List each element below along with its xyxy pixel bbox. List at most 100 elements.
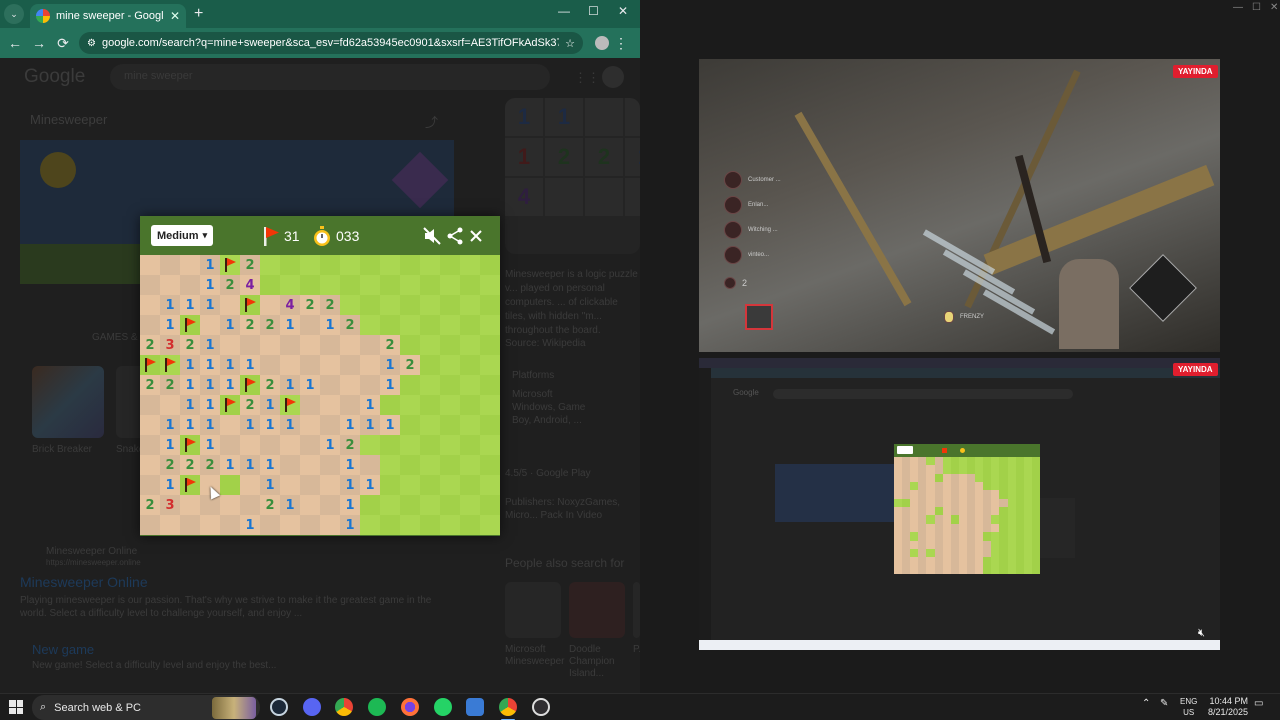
empty-tile[interactable] — [360, 375, 380, 395]
empty-tile[interactable] — [260, 515, 280, 535]
number-tile[interactable]: 1 — [160, 415, 180, 435]
flagged-tile[interactable] — [240, 375, 260, 395]
tab-search-dropdown[interactable]: ⌄ — [4, 4, 24, 24]
number-tile[interactable]: 1 — [380, 355, 400, 375]
empty-tile[interactable] — [280, 475, 300, 495]
covered-tile[interactable] — [460, 495, 480, 515]
kp-source[interactable]: Source: Wikipedia — [505, 338, 586, 349]
number-tile[interactable]: 1 — [200, 435, 220, 455]
empty-tile[interactable] — [360, 355, 380, 375]
covered-tile[interactable] — [420, 495, 440, 515]
number-tile[interactable]: 2 — [340, 435, 360, 455]
empty-tile[interactable] — [280, 435, 300, 455]
empty-tile[interactable] — [200, 315, 220, 335]
covered-tile[interactable] — [460, 475, 480, 495]
tab-close-icon[interactable]: ✕ — [170, 9, 180, 23]
empty-tile[interactable] — [300, 395, 320, 415]
maximize-button[interactable]: ☐ — [588, 4, 599, 18]
covered-tile[interactable] — [360, 435, 380, 455]
system-clock[interactable]: 10:44 PM 8/21/2025 — [1200, 696, 1248, 718]
number-tile[interactable]: 1 — [160, 435, 180, 455]
covered-tile[interactable] — [400, 495, 420, 515]
number-tile[interactable]: 1 — [280, 415, 300, 435]
number-tile[interactable]: 1 — [200, 335, 220, 355]
number-tile[interactable]: 1 — [260, 395, 280, 415]
empty-tile[interactable] — [320, 335, 340, 355]
covered-tile[interactable] — [480, 355, 500, 375]
address-bar[interactable]: ⚙ google.com/search?q=mine+sweeper&sca_e… — [79, 32, 583, 54]
covered-tile[interactable] — [340, 255, 360, 275]
empty-tile[interactable] — [320, 475, 340, 495]
covered-tile[interactable] — [440, 315, 460, 335]
chrome-icon[interactable] — [335, 698, 353, 716]
discord-icon[interactable] — [303, 698, 321, 716]
covered-tile[interactable] — [480, 395, 500, 415]
empty-tile[interactable] — [220, 435, 240, 455]
covered-tile[interactable] — [360, 295, 380, 315]
covered-tile[interactable] — [400, 415, 420, 435]
empty-tile[interactable] — [160, 275, 180, 295]
covered-tile[interactable] — [380, 495, 400, 515]
empty-tile[interactable] — [140, 255, 160, 275]
empty-tile[interactable] — [300, 475, 320, 495]
covered-tile[interactable] — [440, 255, 460, 275]
pas-thumb-3[interactable] — [633, 582, 640, 638]
empty-tile[interactable] — [280, 355, 300, 375]
covered-tile[interactable] — [440, 375, 460, 395]
number-tile[interactable]: 1 — [360, 475, 380, 495]
empty-tile[interactable] — [160, 395, 180, 415]
covered-tile[interactable] — [400, 295, 420, 315]
empty-tile[interactable] — [320, 375, 340, 395]
covered-tile[interactable] — [420, 255, 440, 275]
covered-tile[interactable] — [440, 435, 460, 455]
covered-tile[interactable] — [260, 275, 280, 295]
covered-tile[interactable] — [460, 355, 480, 375]
covered-tile[interactable] — [420, 455, 440, 475]
obs-icon[interactable] — [532, 698, 550, 716]
firefox-icon[interactable] — [401, 698, 419, 716]
empty-tile[interactable] — [320, 515, 340, 535]
number-tile[interactable]: 1 — [240, 415, 260, 435]
number-tile[interactable]: 1 — [200, 295, 220, 315]
number-tile[interactable]: 1 — [200, 255, 220, 275]
number-tile[interactable]: 1 — [180, 415, 200, 435]
covered-tile[interactable] — [420, 395, 440, 415]
google-account-avatar[interactable] — [602, 66, 624, 88]
number-tile[interactable]: 1 — [180, 295, 200, 315]
empty-tile[interactable] — [240, 475, 260, 495]
spotify-icon[interactable] — [368, 698, 386, 716]
covered-tile[interactable] — [400, 255, 420, 275]
active-tab[interactable]: mine sweeper - Google Search ✕ — [30, 4, 186, 28]
number-tile[interactable]: 1 — [220, 455, 240, 475]
empty-tile[interactable] — [200, 515, 220, 535]
covered-tile[interactable] — [480, 375, 500, 395]
number-tile[interactable]: 1 — [320, 435, 340, 455]
number-tile[interactable]: 1 — [180, 395, 200, 415]
covered-tile[interactable] — [480, 415, 500, 435]
covered-tile[interactable] — [460, 315, 480, 335]
covered-tile[interactable] — [280, 255, 300, 275]
flagged-tile[interactable] — [240, 295, 260, 315]
covered-tile[interactable] — [440, 335, 460, 355]
covered-tile[interactable] — [480, 315, 500, 335]
covered-tile[interactable] — [420, 435, 440, 455]
covered-tile[interactable] — [480, 515, 500, 535]
covered-tile[interactable] — [380, 395, 400, 415]
number-tile[interactable]: 1 — [240, 355, 260, 375]
number-tile[interactable]: 1 — [240, 515, 260, 535]
new-tab-button[interactable]: + — [194, 5, 203, 23]
number-tile[interactable]: 2 — [260, 495, 280, 515]
number-tile[interactable]: 1 — [280, 315, 300, 335]
covered-tile[interactable] — [420, 375, 440, 395]
empty-tile[interactable] — [160, 515, 180, 535]
close-window-button[interactable]: ✕ — [618, 4, 628, 18]
number-tile[interactable]: 3 — [160, 335, 180, 355]
number-tile[interactable]: 2 — [380, 335, 400, 355]
covered-tile[interactable] — [380, 295, 400, 315]
covered-tile[interactable] — [440, 395, 460, 415]
number-tile[interactable]: 1 — [160, 315, 180, 335]
covered-tile[interactable] — [400, 375, 420, 395]
empty-tile[interactable] — [300, 335, 320, 355]
empty-tile[interactable] — [240, 335, 260, 355]
covered-tile[interactable] — [440, 515, 460, 535]
